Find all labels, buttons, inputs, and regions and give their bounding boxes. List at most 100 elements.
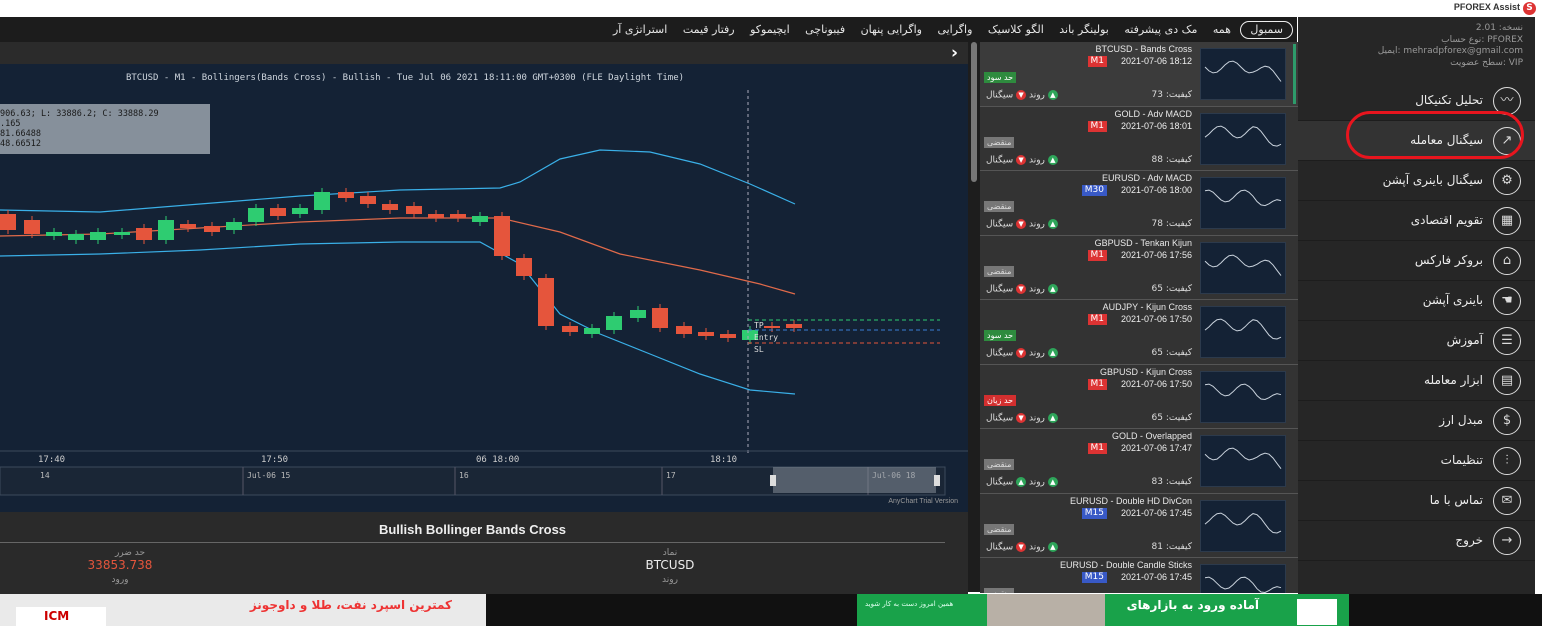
candle (584, 328, 600, 334)
candle (764, 326, 780, 328)
sparkline (1204, 254, 1282, 276)
menu-symbol[interactable]: سمبول (1240, 21, 1293, 39)
candle (698, 332, 714, 336)
signal-direction-icon: ▲ (1047, 219, 1058, 229)
signal-name: GBPUSD - Tenkan Kijun (1094, 237, 1192, 248)
quality-score: کیفیت: 73 (1151, 90, 1192, 100)
menu-bollinger[interactable]: بولینگر باند (1053, 17, 1115, 42)
version-text: نسخه: 2.01 (1475, 23, 1523, 33)
expand-arrow-icon[interactable]: › (951, 43, 958, 63)
menu-classic-pattern[interactable]: الگو کلاسیک (982, 17, 1050, 42)
candle (450, 214, 466, 218)
candle (538, 278, 554, 326)
signal-item[interactable]: BTCUSD - Bands Cross 2021-07-06 18:12 M1 حد… (980, 42, 1298, 107)
calendar-icon: ▦ (1493, 207, 1521, 235)
nav-item[interactable]: ☚ باینری آپشن (1298, 281, 1535, 321)
nav-item[interactable]: ⫶ تنظیمات (1298, 441, 1535, 481)
side-strip (1535, 17, 1542, 597)
scrollbar-thumb[interactable] (971, 42, 977, 182)
nav-item-label: ابزار معامله (1424, 373, 1483, 387)
signal-item[interactable]: GBPUSD - Kijun Cross 2021-07-06 17:50 M1 حد… (980, 364, 1298, 429)
menu-ichimoku[interactable]: ایچیموکو (744, 17, 796, 42)
trend-signal-row: روند ▲ سیگنال ▲ (986, 477, 1058, 488)
menu-all[interactable]: همه (1207, 17, 1237, 42)
signal-item[interactable]: EURUSD - Double HD DivCon 2021-07-06 17:4… (980, 493, 1298, 558)
nav-item[interactable]: $ مبدل ارز (1298, 401, 1535, 441)
candle (204, 226, 220, 232)
candle (562, 326, 578, 332)
signal-item[interactable]: GOLD - Overlapped 2021-07-06 17:47 M1 منقضی… (980, 429, 1298, 494)
signal-label: سیگنال (986, 155, 1014, 165)
timeframe-badge: M1 (1087, 249, 1107, 261)
calculator-icon: ▤ (1493, 367, 1521, 395)
signal-name: GBPUSD - Kijun Cross (1099, 366, 1192, 377)
candle (136, 228, 152, 240)
signal-time: 2021-07-06 18:12 (1120, 56, 1192, 66)
trend-direction-icon: ▼ (1016, 412, 1027, 423)
signal-item[interactable]: AUDJPY - Kijun Cross 2021-07-06 17:50 M1 حد… (980, 300, 1298, 365)
menu-fibonacci[interactable]: فیبوناچی (799, 17, 851, 42)
sparkline (1204, 512, 1282, 534)
signal-time: 2021-07-06 17:45 (1120, 507, 1192, 518)
menu-hidden-divergence[interactable]: واگرایی پنهان (855, 17, 928, 42)
nav-item[interactable]: ☰ آموزش (1298, 321, 1535, 361)
chart-toolbar: › (0, 42, 968, 64)
account-info: نسخه: 2.01 نوع حساب: PFOREX ایمیل: mehra… (1378, 23, 1523, 69)
nav-item[interactable]: ▤ ابزار معامله (1298, 361, 1535, 401)
signal-item[interactable]: EURUSD - Adv MACD 2021-07-06 18:00 M30 منقض… (980, 171, 1298, 236)
time-label-1: 17:40 (38, 455, 65, 465)
menu-adv-macd[interactable]: مک دی پیشرفته (1118, 17, 1203, 42)
sparkline (1204, 383, 1282, 400)
signal-item[interactable]: EURUSD - Double Candle Sticks 2021-07-06 … (980, 558, 1298, 593)
nav-item[interactable]: → خروج (1298, 521, 1535, 561)
trend-signal-row: روند ▼ سیگنال ▲ (986, 90, 1058, 101)
icm-logo: ICM (16, 607, 106, 626)
navigator-window[interactable] (773, 467, 936, 493)
trend-label: روند (1028, 284, 1045, 294)
trend-direction-icon: ▼ (1016, 283, 1027, 294)
signal-item[interactable]: GBPUSD - Tenkan Kijun 2021-07-06 17:56 M1 م… (980, 235, 1298, 300)
menu-divergence[interactable]: واگرایی (931, 17, 978, 42)
menu-price-action[interactable]: رفتار قیمت (677, 17, 741, 42)
timeframe-badge: M1 (1087, 120, 1107, 132)
signal-time: 2021-07-06 17:50 (1120, 378, 1192, 389)
signal-list-scrollbar[interactable] (968, 42, 980, 592)
signal-direction-icon: ▲ (1047, 154, 1058, 165)
signal-label: سیگنال (986, 90, 1014, 101)
signal-item[interactable]: GOLD - Adv MACD 2021-07-06 18:01 M1 منقضی کی… (980, 106, 1298, 171)
sparkline (1204, 447, 1282, 470)
nav-item[interactable]: ✉ تماس با ما (1298, 481, 1535, 521)
signal-time: 2021-07-06 17:47 (1120, 443, 1192, 453)
candle (158, 220, 174, 240)
candle (516, 258, 532, 276)
status-badge: منقضی (984, 201, 1015, 212)
time-label-4: 18:10 (710, 455, 737, 465)
navigator-handle-left[interactable] (770, 475, 776, 486)
symbol-label-text: نماد (662, 548, 678, 558)
signal-thumbnail (1200, 48, 1286, 100)
navigator-handle-right[interactable] (934, 475, 940, 486)
promo-ad-banner[interactable]: همین امروز دست به کار شوید آماده ورود به… (857, 594, 1349, 626)
signal-thumbnail (1200, 499, 1286, 552)
nav-item[interactable]: ⌂ بروکر فارکس (1298, 241, 1535, 281)
candlestick-chart[interactable]: BTCUSD - M1 - Bollingers(Bands Cross) - … (0, 64, 968, 512)
icm-ad-banner[interactable]: ICM کمترین اسپرد نفت، طلا و داوجونز (0, 594, 486, 626)
status-badge: حد سود (984, 72, 1017, 83)
tp-label: TP (754, 321, 764, 330)
menu-strategy[interactable]: استراتژی آر (607, 17, 673, 42)
candle (786, 324, 802, 328)
tooltip-line-2: .165 (0, 119, 20, 129)
title-bar: PFOREX Assist S (0, 0, 1542, 17)
nav-item-label: مبدل ارز (1439, 413, 1483, 427)
nav-item-label: خروج (1455, 533, 1483, 547)
status-badge: منقضی (984, 136, 1015, 148)
candle (338, 192, 354, 198)
tooltip-line-1: 906.63; L: 33886.2; C: 33888.29 (0, 109, 159, 119)
gear-icon: ⚙ (1493, 167, 1521, 195)
nav-item[interactable]: ⚙ سیگنال باینری آپشن (1298, 161, 1535, 201)
quality-score: کیفیت: 81 (1151, 541, 1192, 552)
app-title: PFOREX Assist (1453, 2, 1520, 12)
trend-signal-row: روند ▼ سیگنال ▲ (986, 154, 1058, 165)
nav-label-2: Jul-06 15 (247, 471, 291, 480)
nav-item[interactable]: ▦ تقویم اقتصادی (1298, 201, 1535, 241)
